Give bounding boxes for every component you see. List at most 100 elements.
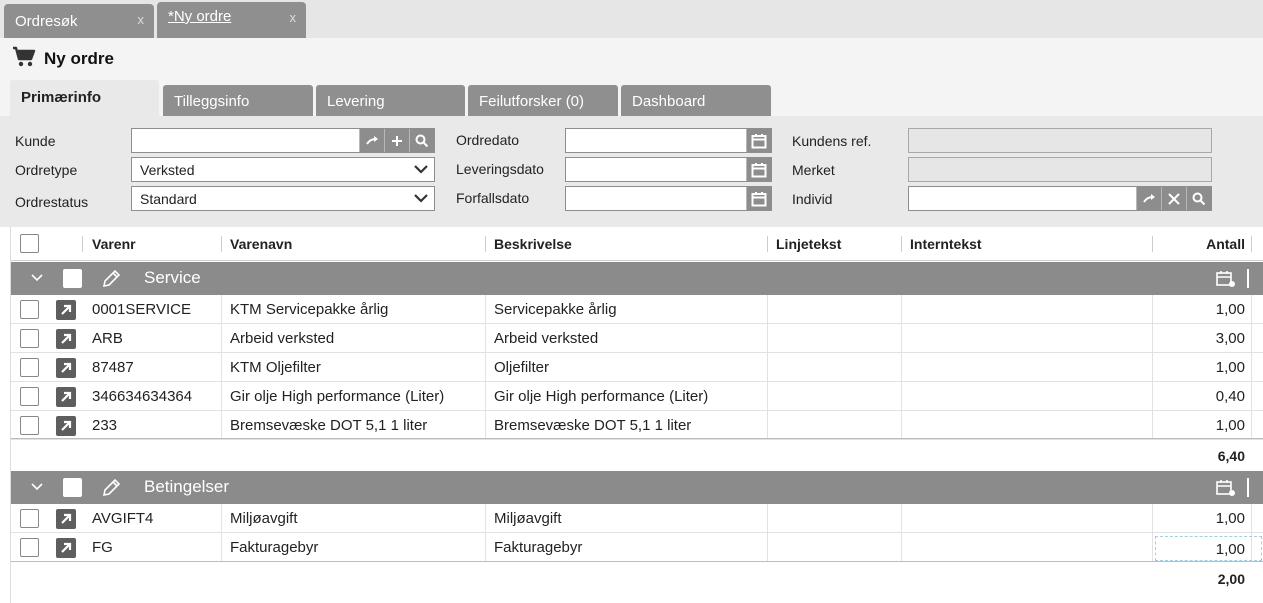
row-checkbox[interactable]	[20, 387, 39, 406]
arrow-up-right-icon[interactable]	[56, 387, 76, 407]
calendar-icon[interactable]	[1216, 270, 1236, 288]
column-divider	[1152, 236, 1153, 252]
close-icon[interactable]	[1161, 187, 1186, 210]
cell-varenavn[interactable]: Bremsevæske DOT 5,1 1 liter	[230, 417, 427, 434]
row-checkbox[interactable]	[20, 416, 39, 435]
col-antall[interactable]: Antall	[1206, 236, 1245, 252]
calendar-icon[interactable]	[746, 187, 771, 210]
table-row[interactable]: AVGIFT4 Miljøavgift Miljøavgift 1,00	[11, 504, 1263, 533]
cell-beskrivelse[interactable]: Fakturagebyr	[494, 539, 582, 556]
chevron-down-icon[interactable]	[31, 483, 43, 491]
row-checkbox[interactable]	[20, 538, 39, 557]
cell-varenr[interactable]: 87487	[92, 359, 134, 376]
ordrestatus-select[interactable]: Standard	[131, 186, 435, 211]
col-interntekst[interactable]: Interntekst	[910, 236, 982, 252]
search-icon[interactable]	[409, 129, 434, 152]
arrow-up-right-icon[interactable]	[56, 509, 76, 529]
cell-varenr[interactable]: FG	[92, 539, 113, 556]
ordrestatus-value: Standard	[140, 191, 197, 207]
cell-antall[interactable]: 0,40	[1216, 388, 1245, 405]
cell-antall[interactable]: 1,00	[1216, 359, 1245, 376]
cell-antall[interactable]: 1,00	[1154, 536, 1262, 561]
tab-primaerinfo[interactable]: Primærinfo	[10, 80, 159, 116]
group-sum: 2,00	[1217, 571, 1245, 587]
table-row[interactable]: 0001SERVICE KTM Servicepakke årlig Service…	[11, 295, 1263, 324]
row-checkbox[interactable]	[20, 300, 39, 319]
kunde-input[interactable]	[131, 128, 435, 153]
doc-tab-ordresok[interactable]: Ordresøk x	[4, 4, 154, 38]
tab-tilleggsinfo[interactable]: Tilleggsinfo	[163, 85, 313, 116]
cell-varenr[interactable]: 346634634364	[92, 388, 192, 405]
cell-antall[interactable]: 3,00	[1216, 330, 1245, 347]
individ-input[interactable]	[908, 186, 1212, 211]
column-divider	[901, 411, 902, 439]
leveringsdato-input[interactable]	[565, 157, 772, 182]
table-row[interactable]: 87487 KTM Oljefilter Oljefilter 1,00	[11, 353, 1263, 382]
col-varenavn[interactable]: Varenavn	[230, 236, 292, 252]
plus-icon[interactable]	[384, 129, 409, 152]
search-icon[interactable]	[1186, 187, 1211, 210]
table-row[interactable]: ARB Arbeid verksted Arbeid verksted 3,00	[11, 324, 1263, 353]
arrow-right-icon[interactable]	[359, 129, 384, 152]
column-divider	[485, 382, 486, 410]
cell-varenr[interactable]: 233	[92, 417, 117, 434]
select-all-checkbox[interactable]	[20, 234, 39, 253]
row-checkbox[interactable]	[20, 329, 39, 348]
table-row[interactable]: FG Fakturagebyr Fakturagebyr 1,00	[11, 533, 1263, 562]
cell-varenavn[interactable]: Gir olje High performance (Liter)	[230, 388, 444, 405]
chevron-down-icon[interactable]	[31, 274, 43, 282]
arrow-right-icon[interactable]	[1136, 187, 1161, 210]
col-beskrivelse[interactable]: Beskrivelse	[494, 236, 572, 252]
doc-tab-ny-ordre[interactable]: *Ny ordre x	[157, 2, 306, 38]
group-checkbox[interactable]	[63, 478, 82, 497]
cell-beskrivelse[interactable]: Bremsevæske DOT 5,1 1 liter	[494, 417, 691, 434]
forfallsdato-label: Forfallsdato	[456, 190, 530, 206]
cell-antall[interactable]: 1,00	[1216, 510, 1245, 527]
tab-dashboard[interactable]: Dashboard	[621, 85, 771, 116]
cell-varenavn[interactable]: KTM Servicepakke årlig	[230, 301, 388, 318]
arrow-up-right-icon[interactable]	[56, 538, 76, 558]
cell-varenr[interactable]: ARB	[92, 330, 123, 347]
table-row[interactable]: 346634634364 Gir olje High performance (L…	[11, 382, 1263, 411]
cell-beskrivelse[interactable]: Oljefilter	[494, 359, 549, 376]
cell-varenavn[interactable]: KTM Oljefilter	[230, 359, 321, 376]
cell-beskrivelse[interactable]: Arbeid verksted	[494, 330, 598, 347]
cell-antall[interactable]: 1,00	[1216, 301, 1245, 318]
cell-varenr[interactable]: 0001SERVICE	[92, 301, 191, 318]
tab-feilutforsker[interactable]: Feilutforsker (0)	[468, 85, 618, 116]
arrow-up-right-icon[interactable]	[56, 358, 76, 378]
cell-beskrivelse[interactable]: Gir olje High performance (Liter)	[494, 388, 708, 405]
close-icon[interactable]: x	[138, 12, 145, 27]
cell-varenavn[interactable]: Fakturagebyr	[230, 539, 318, 556]
column-divider	[901, 533, 902, 561]
ordretype-select[interactable]: Verksted	[131, 157, 435, 182]
calendar-icon[interactable]	[1216, 479, 1236, 497]
cell-varenr[interactable]: AVGIFT4	[92, 510, 153, 527]
ordredato-input[interactable]	[565, 128, 772, 153]
col-varenr[interactable]: Varenr	[92, 236, 136, 252]
close-icon[interactable]: x	[290, 10, 297, 25]
cell-antall[interactable]: 1,00	[1216, 417, 1245, 434]
pencil-icon[interactable]	[101, 478, 121, 498]
group-header-service[interactable]: Service	[11, 262, 1263, 295]
arrow-up-right-icon[interactable]	[56, 416, 76, 436]
arrow-up-right-icon[interactable]	[56, 300, 76, 320]
forfallsdato-input[interactable]	[565, 186, 772, 211]
group-checkbox[interactable]	[63, 269, 82, 288]
row-checkbox[interactable]	[20, 358, 39, 377]
group-header-betingelser[interactable]: Betingelser	[11, 471, 1263, 504]
calendar-icon[interactable]	[746, 158, 771, 181]
arrow-up-right-icon[interactable]	[56, 329, 76, 349]
cell-beskrivelse[interactable]: Servicepakke årlig	[494, 301, 617, 318]
cell-beskrivelse[interactable]: Miljøavgift	[494, 510, 562, 527]
pencil-icon[interactable]	[101, 269, 121, 289]
leveringsdato-label: Leveringsdato	[456, 161, 544, 177]
tab-levering[interactable]: Levering	[316, 85, 465, 116]
row-checkbox[interactable]	[20, 509, 39, 528]
calendar-icon[interactable]	[746, 129, 771, 152]
table-row[interactable]: 233 Bremsevæske DOT 5,1 1 liter Bremsevæsk…	[11, 411, 1263, 440]
col-linjetekst[interactable]: Linjetekst	[776, 236, 841, 252]
column-divider	[1152, 411, 1153, 439]
cell-varenavn[interactable]: Miljøavgift	[230, 510, 298, 527]
cell-varenavn[interactable]: Arbeid verksted	[230, 330, 334, 347]
